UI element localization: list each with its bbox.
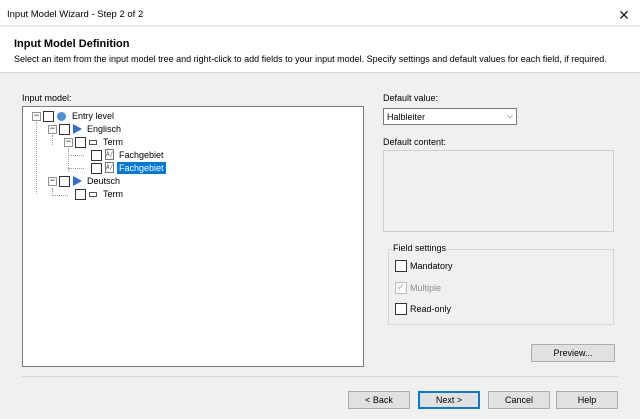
multiple-checkbox[interactable]: ✓	[395, 282, 407, 294]
field-settings-legend: Field settings	[392, 243, 448, 253]
node-checkbox[interactable]	[59, 124, 70, 135]
collapse-icon[interactable]: −	[48, 125, 57, 134]
tree-node-fachgebiet-selected[interactable]: A/ Fachgebiet	[23, 162, 363, 175]
node-checkbox[interactable]	[75, 137, 86, 148]
chevron-down-icon: ⌵	[506, 111, 513, 120]
term-rectangle-icon	[89, 192, 97, 197]
collapse-icon[interactable]: −	[32, 112, 41, 121]
input-model-tree[interactable]: − Entry level − Englisch − Term A/ Fachg…	[22, 106, 364, 367]
tree-node-label: Fachgebiet	[117, 162, 166, 174]
entry-circle-icon	[57, 112, 66, 121]
node-checkbox[interactable]	[43, 111, 54, 122]
language-triangle-icon	[73, 124, 82, 134]
node-checkbox[interactable]	[59, 176, 70, 187]
preview-button[interactable]: Preview...	[531, 344, 615, 362]
tree-node-label: Entry level	[72, 111, 115, 121]
page-title: Input Model Definition	[14, 38, 130, 50]
tree-node-fachgebiet[interactable]: A/ Fachgebiet	[23, 149, 363, 162]
field-icon: A/	[105, 162, 114, 173]
close-icon[interactable]: ✕	[616, 7, 632, 23]
language-triangle-icon	[73, 176, 82, 186]
node-checkbox[interactable]	[75, 189, 86, 200]
term-rectangle-icon	[89, 140, 97, 145]
node-checkbox[interactable]	[91, 163, 102, 174]
tree-node-term[interactable]: − Term	[23, 136, 363, 149]
wizard-header: Input Model Definition Select an item fr…	[0, 27, 640, 73]
tree-node-label: Englisch	[87, 124, 122, 134]
tree-node-label: Term	[103, 189, 123, 199]
node-checkbox[interactable]	[91, 150, 102, 161]
next-button[interactable]: Next >	[418, 391, 480, 409]
tree-node-deutsch[interactable]: − Deutsch	[23, 175, 363, 188]
title-bar: Input Model Wizard - Step 2 of 2 ✕	[0, 4, 640, 26]
input-model-label: Input model:	[22, 93, 72, 103]
tree-node-entry-level[interactable]: − Entry level	[23, 110, 363, 123]
footer-divider	[22, 376, 618, 377]
default-value-selected: Halbleiter	[387, 112, 426, 122]
mandatory-checkbox[interactable]	[395, 260, 407, 272]
default-value-dropdown[interactable]: Halbleiter ⌵	[383, 108, 517, 125]
tree-node-label: Term	[103, 137, 123, 147]
read-only-checkbox[interactable]	[395, 303, 407, 315]
cancel-button[interactable]: Cancel	[488, 391, 550, 409]
mandatory-label: Mandatory	[410, 261, 453, 271]
tree-node-englisch[interactable]: − Englisch	[23, 123, 363, 136]
window-title: Input Model Wizard - Step 2 of 2	[7, 9, 144, 20]
default-value-label: Default value:	[383, 93, 439, 103]
page-description: Select an item from the input model tree…	[14, 54, 607, 64]
back-button[interactable]: < Back	[348, 391, 410, 409]
multiple-label: Multiple	[410, 283, 442, 293]
tree-node-term[interactable]: Term	[23, 188, 363, 201]
default-content-label: Default content:	[383, 137, 447, 147]
default-content-area[interactable]	[383, 150, 614, 232]
read-only-label: Read-only	[410, 304, 452, 314]
collapse-icon[interactable]: −	[64, 138, 73, 147]
tree-node-label: Deutsch	[87, 176, 121, 186]
collapse-icon[interactable]: −	[48, 177, 57, 186]
field-icon: A/	[105, 149, 114, 160]
help-button[interactable]: Help	[556, 391, 618, 409]
tree-node-label: Fachgebiet	[119, 150, 164, 160]
